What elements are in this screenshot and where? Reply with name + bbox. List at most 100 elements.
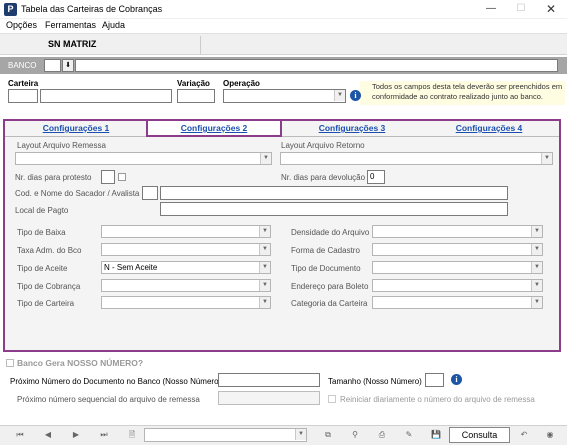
endereco-boleto-select[interactable]: ▼ bbox=[372, 279, 543, 292]
chevron-down-icon: ▼ bbox=[531, 262, 542, 273]
previous-record-icon[interactable]: ◀ bbox=[38, 428, 58, 442]
proximo-numero-input[interactable] bbox=[218, 373, 320, 387]
operacao-select[interactable]: ▼ bbox=[223, 89, 346, 103]
next-record-icon[interactable]: ▶ bbox=[66, 428, 86, 442]
menu-opcoes[interactable]: Opções bbox=[6, 20, 37, 30]
chevron-down-icon: ▼ bbox=[259, 280, 270, 291]
tipo-cobranca-select[interactable]: ▼ bbox=[101, 279, 271, 292]
tipo-aceite-label: Tipo de Aceite bbox=[17, 264, 68, 273]
forma-cadastro-label: Forma de Cadastro bbox=[291, 246, 360, 255]
chevron-down-icon: ▼ bbox=[531, 297, 542, 308]
variacao-label: Variação bbox=[177, 79, 210, 88]
chevron-down-icon: ▼ bbox=[531, 244, 542, 255]
banco-code-input[interactable] bbox=[44, 59, 61, 72]
search-icon[interactable]: ⚲ bbox=[345, 428, 365, 442]
menu-ferramentas[interactable]: Ferramentas bbox=[45, 20, 96, 30]
first-record-icon[interactable]: ⏮ bbox=[10, 428, 30, 442]
banco-name-input[interactable] bbox=[75, 59, 558, 72]
window-title: Tabela das Carteiras de Cobranças bbox=[21, 4, 163, 14]
minimize-icon[interactable]: — bbox=[476, 0, 506, 19]
chevron-down-icon: ▼ bbox=[259, 297, 270, 308]
menu-ajuda[interactable]: Ajuda bbox=[102, 20, 125, 30]
reiniciar-label: Reiniciar diariamente o número do arquiv… bbox=[340, 395, 535, 404]
categoria-carteira-select[interactable]: ▼ bbox=[372, 296, 543, 309]
local-pagto-input[interactable] bbox=[160, 202, 508, 216]
dias-protesto-label: Nr. dias para protesto bbox=[15, 173, 92, 182]
title-bar: P Tabela das Carteiras de Cobranças — ☐ … bbox=[0, 0, 567, 19]
carteira-label: Carteira bbox=[8, 79, 39, 88]
banco-lookup-button[interactable]: ⬇ bbox=[62, 59, 74, 72]
operacao-label: Operação bbox=[223, 79, 260, 88]
carteira-name-input[interactable] bbox=[40, 89, 172, 103]
copy-icon[interactable]: ⧉ bbox=[318, 428, 338, 442]
info-icon[interactable]: i bbox=[350, 90, 361, 101]
company-name: SN MATRIZ bbox=[48, 39, 97, 49]
menu-bar: Opções Ferramentas Ajuda bbox=[0, 19, 567, 33]
print-icon[interactable]: ⎙ bbox=[372, 428, 392, 442]
close-icon[interactable]: ✕ bbox=[536, 0, 566, 19]
densidade-select[interactable]: ▼ bbox=[372, 225, 543, 238]
proximo-seq-label: Próximo número sequencial do arquivo de … bbox=[17, 395, 200, 404]
dias-protesto-checkbox[interactable] bbox=[118, 173, 126, 181]
chevron-down-icon: ▼ bbox=[295, 429, 306, 440]
layout-retorno-select[interactable]: ▼ bbox=[280, 152, 553, 165]
tab-configuracoes-3[interactable]: Configurações 3 bbox=[284, 121, 420, 136]
undo-icon[interactable]: ↶ bbox=[514, 428, 534, 442]
tipo-cobranca-label: Tipo de Cobrança bbox=[17, 282, 81, 291]
chevron-down-icon: ▼ bbox=[259, 226, 270, 237]
sacador-name-input[interactable] bbox=[160, 186, 508, 200]
banco-gera-checkbox[interactable] bbox=[6, 359, 14, 367]
tipo-carteira-label: Tipo de Carteira bbox=[17, 299, 75, 308]
info-icon[interactable]: i bbox=[451, 374, 462, 385]
taxa-adm-label: Taxa Adm. do Bco bbox=[17, 246, 82, 255]
chevron-down-icon: ▼ bbox=[260, 153, 271, 164]
save-icon[interactable]: 💾 bbox=[426, 428, 446, 442]
tipo-documento-select[interactable]: ▼ bbox=[372, 261, 543, 274]
reiniciar-checkbox[interactable] bbox=[328, 395, 336, 403]
header-divider bbox=[200, 36, 201, 54]
binoculars-icon[interactable]: ◉ bbox=[540, 428, 560, 442]
edit-icon[interactable]: ✎ bbox=[399, 428, 419, 442]
endereco-boleto-label: Endereço para Boleto bbox=[291, 282, 369, 291]
dias-devolucao-label: Nr. dias para devolução bbox=[281, 173, 366, 182]
tab-configuracoes-2[interactable]: Configurações 2 bbox=[146, 121, 282, 136]
proximo-seq-input[interactable] bbox=[218, 391, 320, 405]
company-header: SN MATRIZ bbox=[0, 33, 567, 55]
dias-devolucao-input[interactable]: 0 bbox=[367, 170, 385, 184]
layout-remessa-select[interactable]: ▼ bbox=[15, 152, 272, 165]
mode-status: Consulta bbox=[449, 427, 510, 443]
app-icon: P bbox=[4, 3, 17, 16]
layout-remessa-label: Layout Arquivo Remessa bbox=[17, 141, 106, 150]
sacador-label: Cod. e Nome do Sacador / Avalista bbox=[15, 189, 140, 198]
banco-gera-label: Banco Gera NOSSO NÚMERO? bbox=[17, 358, 144, 368]
tipo-carteira-select[interactable]: ▼ bbox=[101, 296, 271, 309]
proximo-numero-label: Próximo Número do Documento no Banco (No… bbox=[10, 377, 222, 386]
chevron-down-icon: ▼ bbox=[531, 226, 542, 237]
new-document-icon[interactable]: 🗎 bbox=[122, 428, 142, 442]
taxa-adm-select[interactable]: ▼ bbox=[101, 243, 271, 256]
variacao-input[interactable] bbox=[177, 89, 215, 103]
carteira-code-input[interactable] bbox=[8, 89, 38, 103]
tab-configuracoes-4[interactable]: Configurações 4 bbox=[421, 121, 557, 136]
maximize-icon[interactable]: ☐ bbox=[506, 0, 536, 19]
record-select[interactable]: ▼ bbox=[144, 428, 307, 442]
tamanho-label: Tamanho (Nosso Número) bbox=[328, 377, 422, 386]
dias-protesto-input[interactable] bbox=[101, 170, 115, 184]
tipo-aceite-select[interactable]: N - Sem Aceite ▼ bbox=[101, 261, 271, 274]
sacador-code-input[interactable] bbox=[142, 186, 158, 200]
tamanho-input[interactable] bbox=[425, 373, 444, 387]
info-note: Todos os campos desta tela deverão ser p… bbox=[360, 81, 565, 105]
tipo-baixa-label: Tipo de Baixa bbox=[17, 228, 66, 237]
chevron-down-icon: ▼ bbox=[259, 244, 270, 255]
layout-retorno-label: Layout Arquivo Retorno bbox=[281, 141, 365, 150]
forma-cadastro-select[interactable]: ▼ bbox=[372, 243, 543, 256]
last-record-icon[interactable]: ⏭ bbox=[94, 428, 114, 442]
local-pagto-label: Local de Pagto bbox=[15, 206, 69, 215]
tab-strip-line bbox=[5, 136, 559, 137]
tab-configuracoes-1[interactable]: Configurações 1 bbox=[8, 121, 144, 136]
tipo-baixa-select[interactable]: ▼ bbox=[101, 225, 271, 238]
chevron-down-icon: ▼ bbox=[334, 90, 345, 101]
banco-label: BANCO bbox=[8, 61, 37, 70]
categoria-carteira-label: Categoria da Carteira bbox=[291, 299, 368, 308]
chevron-down-icon: ▼ bbox=[531, 280, 542, 291]
